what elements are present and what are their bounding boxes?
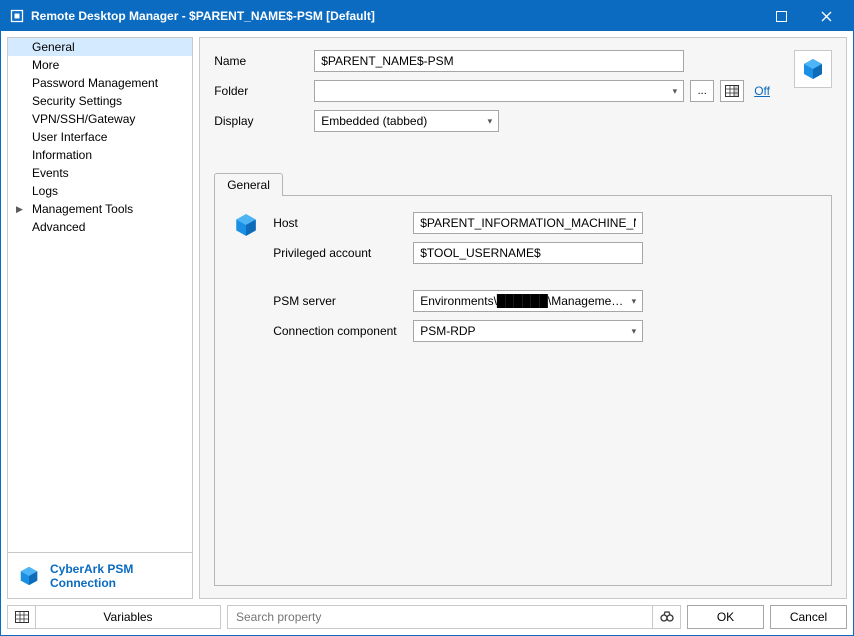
titlebar: Remote Desktop Manager - $PARENT_NAME$-P…	[1, 1, 853, 31]
left-panel: General More Password Management Securit…	[7, 37, 193, 599]
nav-item-logs[interactable]: Logs	[8, 182, 192, 200]
variables-button[interactable]: Variables	[36, 610, 220, 624]
chevron-down-icon: ▾	[632, 296, 637, 307]
form-top: Name Folder ▾ ... Off Dis	[214, 50, 832, 132]
nav-item-advanced[interactable]: Advanced	[8, 218, 192, 236]
tabstrip: General	[214, 172, 832, 195]
psm-server-label: PSM server	[273, 294, 413, 308]
cyberark-icon	[18, 565, 40, 587]
tab-general[interactable]: General	[214, 173, 283, 196]
display-label: Display	[214, 114, 314, 128]
search-button[interactable]	[652, 606, 680, 628]
connection-type-label: CyberArk PSM Connection	[50, 562, 182, 590]
search-input[interactable]	[228, 606, 652, 628]
tabs-zone: General Host Privileged account	[214, 172, 832, 586]
nav-item-general[interactable]: General	[8, 38, 192, 56]
nav-item-management-tools[interactable]: ▶Management Tools	[8, 200, 192, 218]
folder-grid-icon	[725, 85, 739, 97]
bottom-bar: Variables OK Cancel	[1, 605, 853, 635]
cyberark-icon	[233, 212, 259, 238]
nav-item-user-interface[interactable]: User Interface	[8, 128, 192, 146]
app-icon	[9, 8, 25, 24]
connection-component-label: Connection component	[273, 324, 413, 338]
tab-body: Host Privileged account PSM server Envir…	[214, 195, 832, 586]
chevron-down-icon: ▾	[632, 326, 637, 337]
psm-server-combo[interactable]: Environments\██████\Management\... ▾	[413, 290, 643, 312]
nav-tree: General More Password Management Securit…	[7, 37, 193, 553]
nav-item-events[interactable]: Events	[8, 164, 192, 182]
maximize-button[interactable]	[759, 1, 804, 31]
folder-label: Folder	[214, 84, 314, 98]
search-wrap	[227, 605, 681, 629]
chevron-down-icon: ▾	[673, 86, 678, 97]
privileged-account-input[interactable]	[413, 242, 643, 264]
window-title: Remote Desktop Manager - $PARENT_NAME$-P…	[31, 9, 375, 23]
nav-item-password-management[interactable]: Password Management	[8, 74, 192, 92]
content-area: General More Password Management Securit…	[1, 31, 853, 605]
variables-grid-button[interactable]	[8, 606, 36, 628]
ok-button[interactable]: OK	[687, 605, 764, 629]
entry-icon-button[interactable]	[794, 50, 832, 88]
nav-item-more[interactable]: More	[8, 56, 192, 74]
left-footer: CyberArk PSM Connection	[7, 553, 193, 599]
folder-combo[interactable]: ▾	[314, 80, 684, 102]
chevron-right-icon: ▶	[16, 204, 23, 215]
connection-component-combo[interactable]: PSM-RDP ▾	[413, 320, 643, 342]
variables-bar: Variables	[7, 605, 221, 629]
folder-view-button[interactable]	[720, 80, 744, 102]
nav-item-vpn-ssh-gateway[interactable]: VPN/SSH/Gateway	[8, 110, 192, 128]
binoculars-icon	[660, 611, 674, 623]
privileged-account-label: Privileged account	[273, 246, 413, 260]
grid-icon	[15, 611, 29, 623]
chevron-down-icon: ▾	[488, 116, 493, 127]
folder-off-link[interactable]: Off	[750, 84, 774, 98]
host-input[interactable]	[413, 212, 643, 234]
name-input[interactable]	[314, 50, 684, 72]
close-button[interactable]	[804, 1, 849, 31]
nav-item-security-settings[interactable]: Security Settings	[8, 92, 192, 110]
nav-item-information[interactable]: Information	[8, 146, 192, 164]
folder-browse-button[interactable]: ...	[690, 80, 714, 102]
name-label: Name	[214, 54, 314, 68]
cyberark-icon	[801, 57, 825, 81]
display-combo[interactable]: Embedded (tabbed) ▾	[314, 110, 499, 132]
cancel-button[interactable]: Cancel	[770, 605, 847, 629]
host-label: Host	[273, 216, 413, 230]
right-panel: Name Folder ▾ ... Off Dis	[199, 37, 847, 599]
window: Remote Desktop Manager - $PARENT_NAME$-P…	[0, 0, 854, 636]
